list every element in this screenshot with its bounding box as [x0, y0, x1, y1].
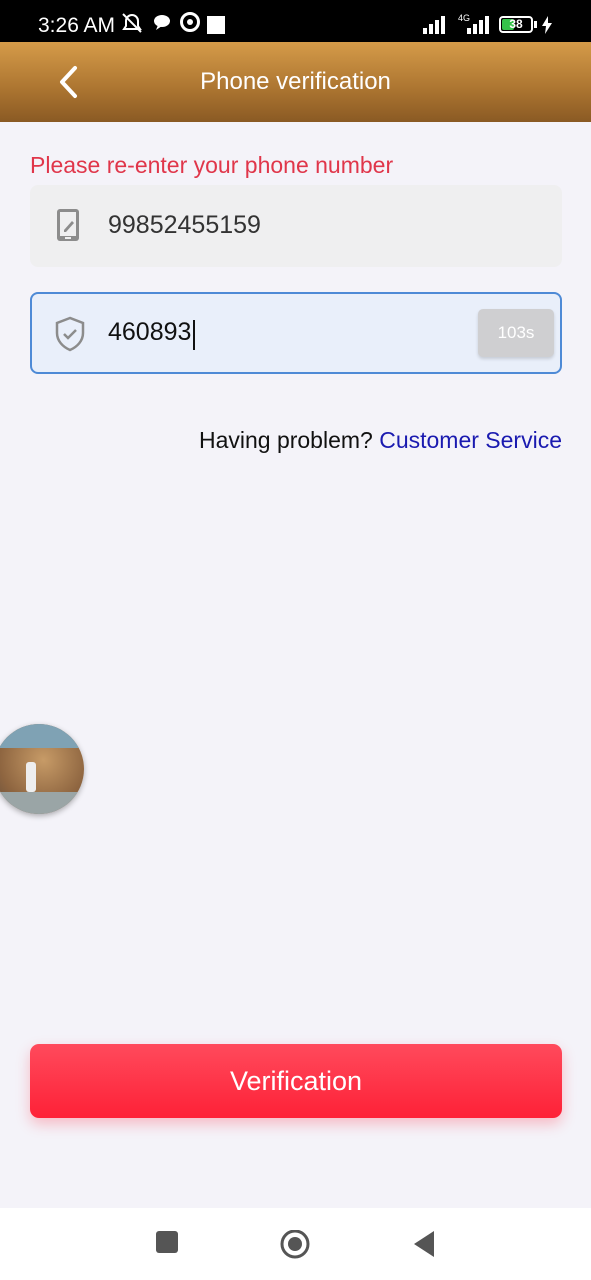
- verification-button[interactable]: Verification: [30, 1044, 562, 1118]
- reenter-hint: Please re-enter your phone number: [30, 152, 394, 178]
- verification-code-input[interactable]: [108, 318, 468, 347]
- chrome-icon: [180, 12, 200, 37]
- charging-icon: [541, 16, 553, 39]
- phone-field[interactable]: [30, 185, 562, 267]
- status-bar: 3:26 AM 4G 38: [0, 0, 591, 42]
- resend-countdown-button[interactable]: 103s: [478, 309, 554, 357]
- shield-check-icon: [54, 316, 86, 357]
- chat-icon: [152, 12, 172, 37]
- back-triangle-icon[interactable]: [412, 1230, 436, 1263]
- recents-square-icon[interactable]: [155, 1230, 179, 1259]
- status-time: 3:26 AM: [38, 14, 116, 37]
- notification-square-icon: [207, 16, 225, 34]
- text-cursor: [193, 320, 195, 350]
- verification-code-field[interactable]: 103s: [30, 292, 562, 374]
- page-title: Phone verification: [200, 68, 391, 95]
- phone-edit-icon: [52, 207, 84, 248]
- home-circle-icon[interactable]: [279, 1229, 311, 1267]
- mute-icon: [120, 12, 144, 39]
- signal-2-icon: [466, 14, 494, 39]
- system-nav-bar: [0, 1208, 591, 1280]
- app-header: Phone verification: [0, 42, 591, 122]
- signal-icon: [422, 14, 450, 39]
- customer-service-link[interactable]: Customer Service: [379, 427, 562, 453]
- battery-icon: 38: [499, 16, 533, 33]
- battery-level: 38: [509, 17, 523, 31]
- help-text: Having problem?: [198, 427, 380, 453]
- floating-avatar-bubble[interactable]: [0, 724, 84, 814]
- help-line: Having problem? Customer Service: [199, 427, 562, 454]
- battery-tip: [534, 21, 537, 28]
- phone-input[interactable]: [108, 211, 468, 240]
